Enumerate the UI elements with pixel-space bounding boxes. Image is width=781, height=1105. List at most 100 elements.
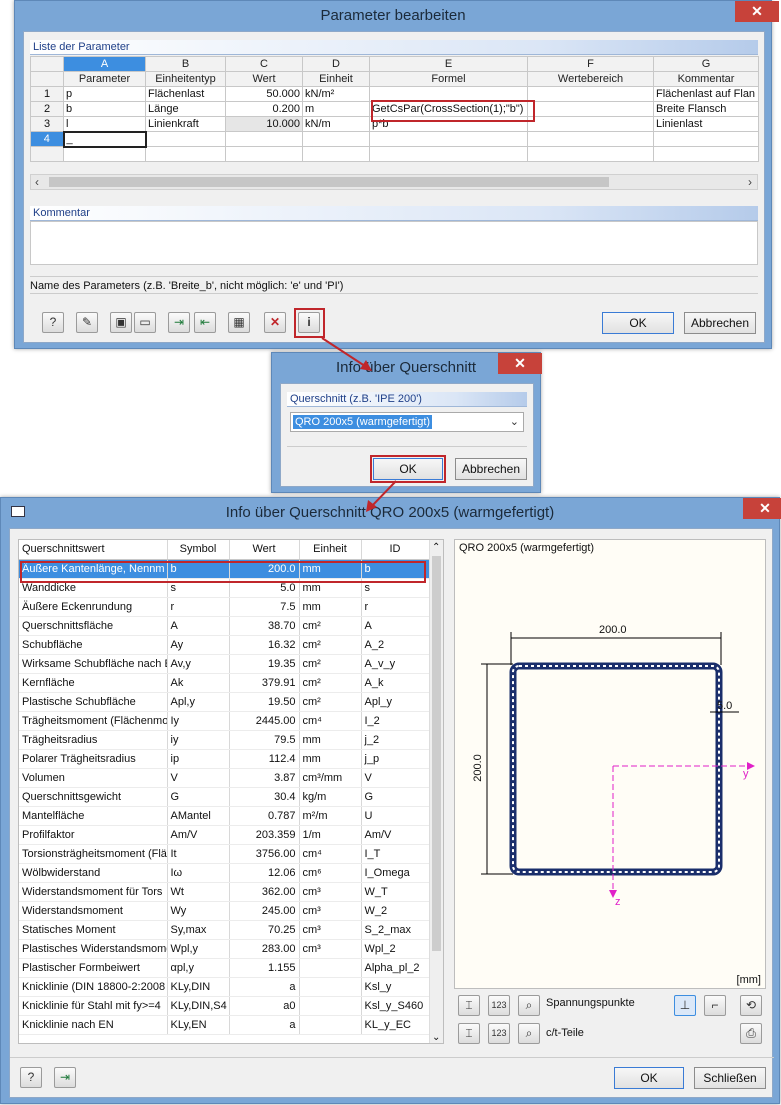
cell-value[interactable] <box>225 131 303 147</box>
chevron-down-icon[interactable]: ⌄ <box>510 415 519 428</box>
property-row[interactable]: Polarer Trägheitsradius ip 112.4 mm j_p <box>19 749 430 769</box>
property-row[interactable]: Knicklinie für Stahl mit fy>=4 KLy,DIN,S4… <box>19 996 430 1016</box>
open-folder-icon[interactable]: ▭ <box>134 312 156 333</box>
help-icon[interactable]: ? <box>42 312 64 333</box>
calculator-icon[interactable]: ▦ <box>228 312 250 333</box>
kommentar-field[interactable] <box>30 221 758 265</box>
cell-unit[interactable]: kN/m <box>302 116 370 132</box>
cell-parameter[interactable]: l <box>63 116 146 132</box>
row-number[interactable]: 3 <box>30 116 64 132</box>
property-row[interactable]: Torsionsträgheitsmoment (Flä It 3756.00 cm⁴… <box>19 844 430 864</box>
cell-value[interactable]: 0.200 <box>225 101 303 117</box>
ok-button[interactable]: OK <box>602 312 674 334</box>
row-number[interactable]: 2 <box>30 101 64 117</box>
property-row[interactable]: Plastisches Widerstandsmome Wpl,y 283.00 cm… <box>19 939 430 959</box>
col-letter[interactable]: G <box>653 56 759 72</box>
dimensions-icon[interactable]: ⌶ <box>458 1023 480 1044</box>
property-row[interactable]: Knicklinie nach EN KLy,EN a KL_y_EC <box>19 1015 430 1035</box>
axis-system-icon[interactable]: ⊥ <box>674 995 696 1016</box>
cell-range[interactable] <box>527 116 654 132</box>
row-number[interactable]: 1 <box>30 86 64 102</box>
property-row[interactable]: Knicklinie (DIN 18800-2:2008 KLy,DIN a Ksl_… <box>19 977 430 997</box>
zoom-icon[interactable]: ⌕ <box>518 995 540 1016</box>
cell-formula[interactable] <box>369 131 528 147</box>
cell-range[interactable] <box>527 86 654 102</box>
property-row[interactable]: Querschnittsgewicht G 30.4 kg/m G <box>19 787 430 807</box>
save-icon[interactable]: ▣ <box>110 312 132 333</box>
scroll-left-icon[interactable]: ‹ <box>35 175 39 189</box>
excel-export-icon[interactable]: ⇥ <box>54 1067 76 1088</box>
property-row[interactable]: Kernfläche Ak 379.91 cm² A_k <box>19 673 430 693</box>
cell-range[interactable] <box>527 101 654 117</box>
cell-parameter[interactable]: p <box>63 86 146 102</box>
local-axes-icon[interactable]: ⌐ <box>704 995 726 1016</box>
property-row[interactable]: Plastischer Formbeiwert αpl,y 1.155 Alpha_p… <box>19 958 430 978</box>
col-letter[interactable]: C <box>225 56 303 72</box>
property-row[interactable]: Widerstandsmoment Wy 245.00 cm³ W_2 <box>19 901 430 921</box>
cell-unit-type[interactable] <box>145 131 226 147</box>
delete-icon[interactable]: ✕ <box>264 312 286 333</box>
property-row[interactable]: Profilfaktor Am/V 203.359 1/m Am/V <box>19 825 430 845</box>
print-icon[interactable]: ⎙ <box>740 1023 762 1044</box>
property-row[interactable]: Plastische Schubfläche Apl,y 19.50 cm² Apl_y <box>19 692 430 712</box>
property-row[interactable]: Trägheitsradius iy 79.5 mm j_2 <box>19 730 430 750</box>
col-letter[interactable]: D <box>302 56 370 72</box>
scroll-down-icon[interactable]: ⌄ <box>432 1032 440 1043</box>
cell-comment[interactable]: Flächenlast auf Flan <box>653 86 759 102</box>
scroll-right-icon[interactable]: › <box>748 175 752 189</box>
help-icon[interactable]: ? <box>20 1067 42 1088</box>
numbering-icon[interactable]: 123 <box>488 995 510 1016</box>
ok-button[interactable]: OK <box>614 1067 684 1089</box>
cell-comment[interactable]: Breite Flansch <box>653 101 759 117</box>
close-button[interactable]: Schließen <box>694 1067 766 1089</box>
cell-unit-type[interactable]: Linienkraft <box>145 116 226 132</box>
close-icon[interactable]: ✕ <box>743 498 781 519</box>
edit-icon[interactable]: ✎ <box>76 312 98 333</box>
cell-unit[interactable]: m <box>302 101 370 117</box>
cancel-button[interactable]: Abbrechen <box>684 312 756 334</box>
property-row[interactable]: Statisches Moment Sy,max 70.25 cm³ S_2_max <box>19 920 430 940</box>
property-row[interactable]: Äußere Eckenrundung r 7.5 mm r <box>19 597 430 617</box>
cell-unit[interactable] <box>302 131 370 147</box>
property-row[interactable]: Querschnittsfläche A 38.70 cm² A <box>19 616 430 636</box>
cell-parameter[interactable]: b <box>63 101 146 117</box>
excel-export-icon[interactable]: ⇥ <box>168 312 190 333</box>
table-row[interactable] <box>30 146 759 162</box>
property-row[interactable]: Wölbwiderstand Iω 12.06 cm⁶ I_Omega <box>19 863 430 883</box>
cell-parameter[interactable]: _ <box>62 130 147 148</box>
cell-comment[interactable]: Linienlast <box>653 116 759 132</box>
cell-comment[interactable] <box>653 131 759 147</box>
property-row[interactable]: Volumen V 3.87 cm³/mm V <box>19 768 430 788</box>
col-letter[interactable]: F <box>527 56 654 72</box>
table-row[interactable]: 4 _ <box>30 130 759 148</box>
zoom-icon[interactable]: ⌕ <box>518 1023 540 1044</box>
cell-unit[interactable]: kN/m² <box>302 86 370 102</box>
cell-range[interactable] <box>527 131 654 147</box>
close-icon[interactable]: ✕ <box>735 1 779 22</box>
scroll-thumb[interactable] <box>432 556 441 951</box>
property-row[interactable]: Mantelfläche AMantel 0.787 m²/m U <box>19 806 430 826</box>
dimensions-icon[interactable]: ⌶ <box>458 995 480 1016</box>
numbering-icon[interactable]: 123 <box>488 1023 510 1044</box>
scroll-up-icon[interactable]: ⌃ <box>432 542 440 553</box>
col-letter[interactable]: E <box>369 56 528 72</box>
property-row[interactable]: Wirksame Schubfläche nach E Av,y 19.35 cm² A… <box>19 654 430 674</box>
vertical-scrollbar[interactable]: ⌃ ⌄ <box>429 540 443 1043</box>
horizontal-scrollbar[interactable]: ‹ › <box>30 174 758 190</box>
scroll-thumb[interactable] <box>49 177 609 187</box>
cross-section-select[interactable]: QRO 200x5 (warmgefertigt) ⌄ <box>290 412 524 432</box>
property-row[interactable]: Schubfläche Ay 16.32 cm² A_2 <box>19 635 430 655</box>
close-icon[interactable]: ✕ <box>498 353 542 374</box>
cell-value[interactable]: 50.000 <box>225 86 303 102</box>
cell-unit-type[interactable]: Länge <box>145 101 226 117</box>
property-row[interactable]: Trägheitsmoment (Flächenmo Iy 2445.00 cm⁴ I_… <box>19 711 430 731</box>
property-row[interactable]: Widerstandsmoment für Tors Wt 362.00 cm³ W_T <box>19 882 430 902</box>
cell-value[interactable]: 10.000 <box>225 116 303 132</box>
cancel-button[interactable]: Abbrechen <box>455 458 527 480</box>
col-letter[interactable]: B <box>145 56 226 72</box>
cell-unit-type[interactable]: Flächenlast <box>145 86 226 102</box>
col-letter[interactable]: A <box>63 56 146 72</box>
reset-view-icon[interactable]: ⟲ <box>740 995 762 1016</box>
excel-import-icon[interactable]: ⇤ <box>194 312 216 333</box>
row-number[interactable]: 4 <box>30 131 64 147</box>
